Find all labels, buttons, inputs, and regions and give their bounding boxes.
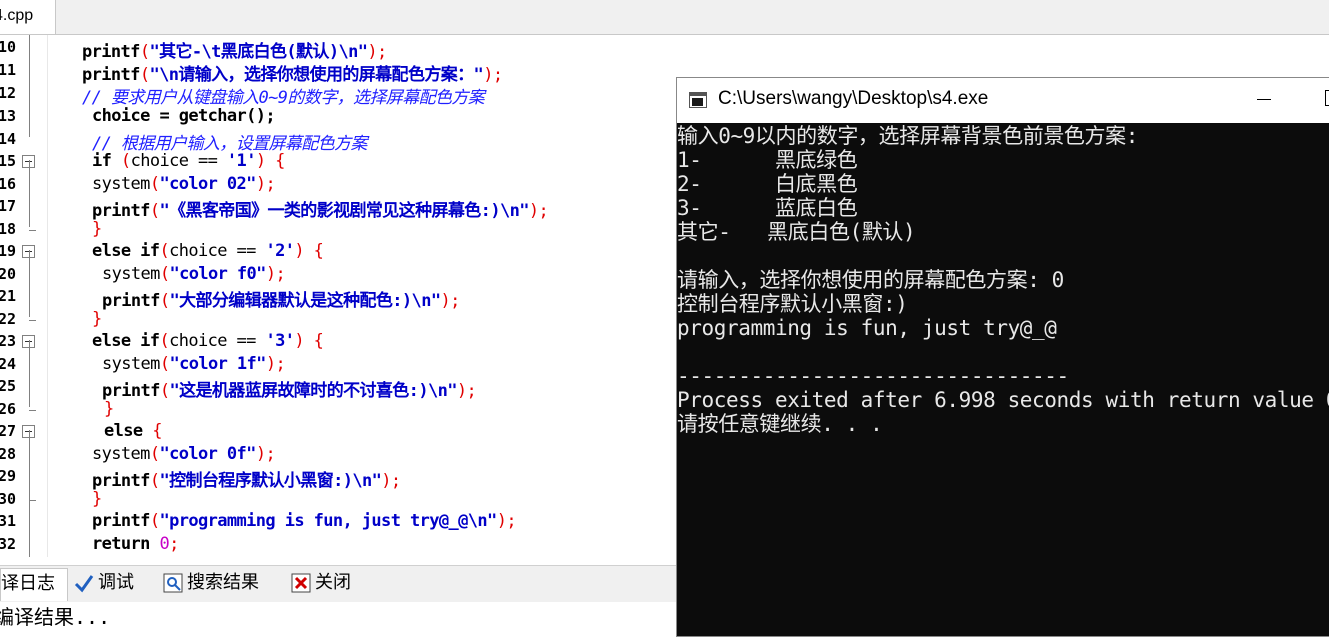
code-line-25: printf("这是机器蓝屏故障时的不讨喜色:)\n"); xyxy=(102,381,477,401)
code-line-30: } xyxy=(92,489,102,509)
code-fn: system xyxy=(92,174,150,194)
code-fn: system xyxy=(102,354,160,374)
code-fn: system xyxy=(92,444,150,464)
code-expr: choice == xyxy=(169,241,256,261)
code-line-14: // 根据用户输入，设置屏幕配色方案 xyxy=(92,134,368,154)
tab-close[interactable]: 关闭 xyxy=(291,568,351,600)
code-string: "programming is fun, just try@_@\n" xyxy=(159,511,497,531)
minimize-icon[interactable] xyxy=(1257,99,1271,100)
code-fn: printf xyxy=(102,291,160,311)
console-line: 3- 蓝底白色 xyxy=(677,196,858,220)
code-keyword: else xyxy=(104,421,143,441)
code-line-12: // 要求用户从键盘输入0~9的数字，选择屏幕配色方案 xyxy=(82,88,485,108)
code-line-26: } xyxy=(104,399,114,419)
code-string: "color 0f" xyxy=(159,444,256,464)
code-number: 0 xyxy=(159,534,170,554)
compile-log-text: 编译结果... xyxy=(0,605,111,629)
code-line-28: system("color 0f"); xyxy=(92,444,276,464)
code-line-19: else if(choice == '2') { xyxy=(92,241,324,261)
code-expr: choice == xyxy=(130,151,218,171)
checkmark-icon xyxy=(74,575,94,593)
code-line-23: else if(choice == '3') { xyxy=(92,331,324,351)
code-string: "color f0" xyxy=(169,264,266,284)
file-tab-label: 4.cpp xyxy=(0,7,34,24)
tab-debug[interactable]: 调试 xyxy=(74,568,134,600)
tab-search-results-label: 搜索结果 xyxy=(187,572,259,592)
console-line: 输入0~9以内的数字，选择屏幕背景色前景色方案: xyxy=(677,124,1138,148)
console-title: C:\Users\wangy\Desktop\s4.exe xyxy=(718,88,989,109)
code-string: "大部分编辑器默认是这种配色:)\n" xyxy=(169,291,441,311)
code-line-18: } xyxy=(92,219,102,239)
console-window[interactable]: C:\Users\wangy\Desktop\s4.exe 输入0~9以内的数字… xyxy=(676,77,1329,637)
code-fn: system xyxy=(102,264,160,284)
code-fn: printf xyxy=(92,511,150,531)
console-line: 1- 黑底绿色 xyxy=(677,148,858,172)
code-line-24: system("color 1f"); xyxy=(102,354,286,374)
console-line: 其它- 黑底白色(默认) xyxy=(677,220,916,244)
code-fn: printf xyxy=(92,201,150,221)
close-icon xyxy=(291,573,311,593)
code-string: "color 1f" xyxy=(169,354,266,374)
compile-log-output: 编译结果... xyxy=(0,602,680,632)
code-line-10: printf("其它-\t黑底白色(默认)\n"); xyxy=(82,42,387,62)
code-fn: printf xyxy=(82,42,140,62)
code-fn: printf xyxy=(92,471,150,491)
code-line-27: else { xyxy=(104,421,162,441)
code-keyword: return xyxy=(92,534,150,554)
code-fn: printf xyxy=(82,65,140,85)
console-line: 2- 白底黑色 xyxy=(677,172,858,196)
editor-tabbar: 4.cpp xyxy=(0,0,1329,35)
console-output: 输入0~9以内的数字，选择屏幕背景色前景色方案: 1- 黑底绿色 2- 白底黑色 3-… xyxy=(677,124,1329,638)
tab-search-results[interactable]: 搜索结果 xyxy=(163,568,259,600)
code-line-32: return 0; xyxy=(92,534,179,554)
console-line: programming is fun, just try@_@ xyxy=(677,316,1057,340)
code-line-22: } xyxy=(92,309,102,329)
code-line-15: if (choice == '1') { xyxy=(92,151,285,171)
code-literal: '3' xyxy=(265,331,295,351)
code-line-20: system("color f0"); xyxy=(102,264,286,284)
tab-compile-log[interactable]: 译日志 xyxy=(0,568,68,601)
code-expr: choice == xyxy=(169,331,256,351)
code-line-21: printf("大部分编辑器默认是这种配色:)\n"); xyxy=(102,291,460,311)
code-fn: printf xyxy=(102,381,160,401)
code-editor[interactable]: printf("其它-\t黑底白色(默认)\n"); printf("\n请输入… xyxy=(0,37,680,557)
code-line-11: printf("\n请输入，选择你想使用的屏幕配色方案："); xyxy=(82,65,503,85)
console-line: 请按任意键继续. . . xyxy=(677,412,883,436)
code-keyword: if xyxy=(92,151,112,171)
console-line: -------------------------------- xyxy=(677,364,1069,388)
console-line: Process exited after 6.998 seconds with … xyxy=(677,388,1329,412)
code-line-16: system("color 02"); xyxy=(92,174,276,194)
code-line-17: printf("《黑客帝国》一类的影视剧常见这种屏幕色:)\n"); xyxy=(92,201,549,221)
console-line: 请输入，选择你想使用的屏幕配色方案: 0 xyxy=(677,268,1064,292)
console-app-icon xyxy=(689,92,707,108)
search-icon xyxy=(163,573,183,593)
tab-compile-log-label: 译日志 xyxy=(1,573,55,593)
console-line: 控制台程序默认小黑窗:) xyxy=(677,292,908,316)
code-string: "控制台程序默认小黑窗:)\n" xyxy=(159,471,382,491)
code-string: "其它-\t黑底白色(默认)\n" xyxy=(149,42,368,62)
code-string: "color 02" xyxy=(159,174,256,194)
console-titlebar[interactable]: C:\Users\wangy\Desktop\s4.exe xyxy=(677,78,1329,123)
tab-debug-label: 调试 xyxy=(98,572,134,592)
code-line-13: choice = getchar(); xyxy=(92,106,276,126)
file-tab[interactable]: 4.cpp xyxy=(0,0,56,34)
code-string: "这是机器蓝屏故障时的不讨喜色:)\n" xyxy=(169,381,457,401)
code-line-29: printf("控制台程序默认小黑窗:)\n"); xyxy=(92,471,401,491)
code-line-31: printf("programming is fun, just try@_@\… xyxy=(92,511,517,531)
code-string: "《黑客帝国》一类的影视剧常见这种屏幕色:)\n" xyxy=(159,201,529,221)
panel-tabbar: 译日志 调试 搜索结果 关闭 xyxy=(0,565,680,603)
code-string: "\n请输入，选择你想使用的屏幕配色方案：" xyxy=(149,65,484,85)
maximize-icon[interactable] xyxy=(1325,90,1329,106)
tab-close-label: 关闭 xyxy=(315,572,351,592)
code-literal: '1' xyxy=(226,151,257,171)
code-literal: '2' xyxy=(265,241,295,261)
code-keyword: else if xyxy=(92,331,160,351)
code-keyword: else if xyxy=(92,241,160,261)
